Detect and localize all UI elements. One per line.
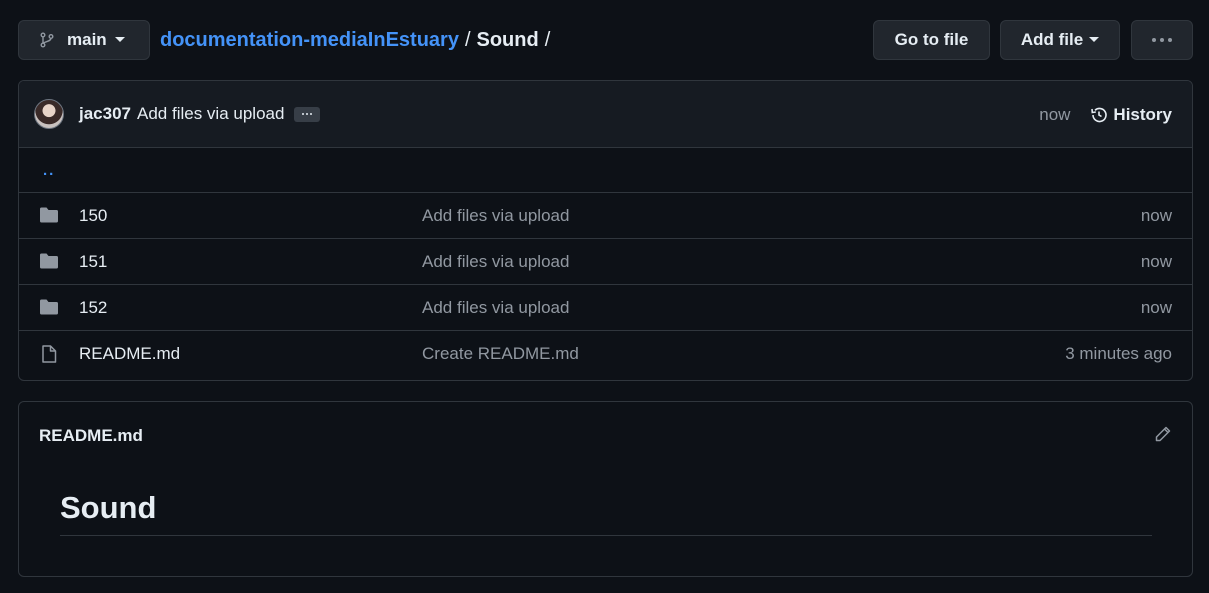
more-options-button[interactable] (1131, 20, 1193, 60)
go-to-file-button[interactable]: Go to file (873, 20, 990, 60)
breadcrumb-repo-link[interactable]: documentation-mediaInEstuary (160, 29, 459, 52)
commit-message-link[interactable]: Add files via upload (137, 104, 284, 124)
parent-directory-link[interactable]: .. (43, 162, 55, 179)
folder-icon (40, 253, 58, 269)
caret-down-icon (1089, 37, 1100, 42)
commit-time: now (1039, 104, 1071, 124)
table-row[interactable]: README.md Create README.md 3 minutes ago (19, 331, 1192, 377)
file-commit-time: now (1140, 251, 1172, 271)
file-commit-message[interactable]: Add files via upload (422, 252, 569, 272)
branch-name: main (67, 30, 107, 49)
file-commit-time: now (1140, 297, 1172, 317)
git-branch-icon (40, 32, 54, 48)
commit-author-link[interactable]: jac307 (79, 104, 131, 124)
branch-selector-button[interactable]: main (18, 20, 150, 60)
file-name-link[interactable]: 151 (79, 252, 107, 272)
breadcrumb-trailing-separator: / (544, 28, 551, 51)
latest-commit-bar: jac307 Add files via upload now History (19, 81, 1192, 148)
file-commit-message[interactable]: Create README.md (422, 344, 579, 364)
add-file-label: Add file (1020, 30, 1084, 49)
kebab-horizontal-icon (1152, 38, 1172, 42)
file-name-link[interactable]: 150 (79, 206, 107, 226)
readme-panel: README.md Sound (18, 401, 1193, 577)
file-name-link[interactable]: README.md (79, 344, 180, 364)
history-icon (1091, 107, 1108, 122)
breadcrumb-current-dir: Sound (476, 28, 539, 51)
file-list: jac307 Add files via upload now History … (18, 80, 1193, 381)
pencil-icon[interactable] (1154, 425, 1172, 443)
heading-divider (60, 535, 1152, 536)
readme-title: README.md (39, 426, 143, 445)
add-file-button[interactable]: Add file (1000, 20, 1120, 60)
file-commit-message[interactable]: Add files via upload (422, 206, 569, 226)
file-name-link[interactable]: 152 (79, 298, 107, 318)
file-commit-time: 3 minutes ago (1065, 344, 1172, 363)
ellipsis-icon (302, 113, 313, 115)
history-link[interactable]: History (1090, 105, 1172, 125)
history-label: History (1113, 104, 1172, 124)
commit-expand-button[interactable] (294, 106, 321, 122)
file-commit-time: now (1140, 205, 1172, 225)
avatar[interactable] (34, 99, 64, 129)
breadcrumb: documentation-mediaInEstuary / Sound / (160, 20, 556, 60)
commit-meta: now History (1039, 81, 1172, 148)
folder-icon (40, 299, 58, 315)
table-row[interactable]: 150 Add files via upload now (19, 193, 1192, 239)
readme-heading: Sound (60, 490, 157, 525)
go-to-file-label: Go to file (894, 30, 969, 49)
file-commit-message[interactable]: Add files via upload (422, 298, 569, 318)
file-icon (42, 345, 57, 363)
table-row[interactable]: 151 Add files via upload now (19, 239, 1192, 285)
table-row[interactable]: 152 Add files via upload now (19, 285, 1192, 331)
folder-icon (40, 207, 58, 223)
repo-toolbar: main documentation-mediaInEstuary / Soun… (18, 20, 1193, 60)
parent-directory-row[interactable]: .. (19, 148, 1192, 193)
breadcrumb-separator: / (464, 28, 471, 51)
caret-down-icon (114, 37, 125, 42)
